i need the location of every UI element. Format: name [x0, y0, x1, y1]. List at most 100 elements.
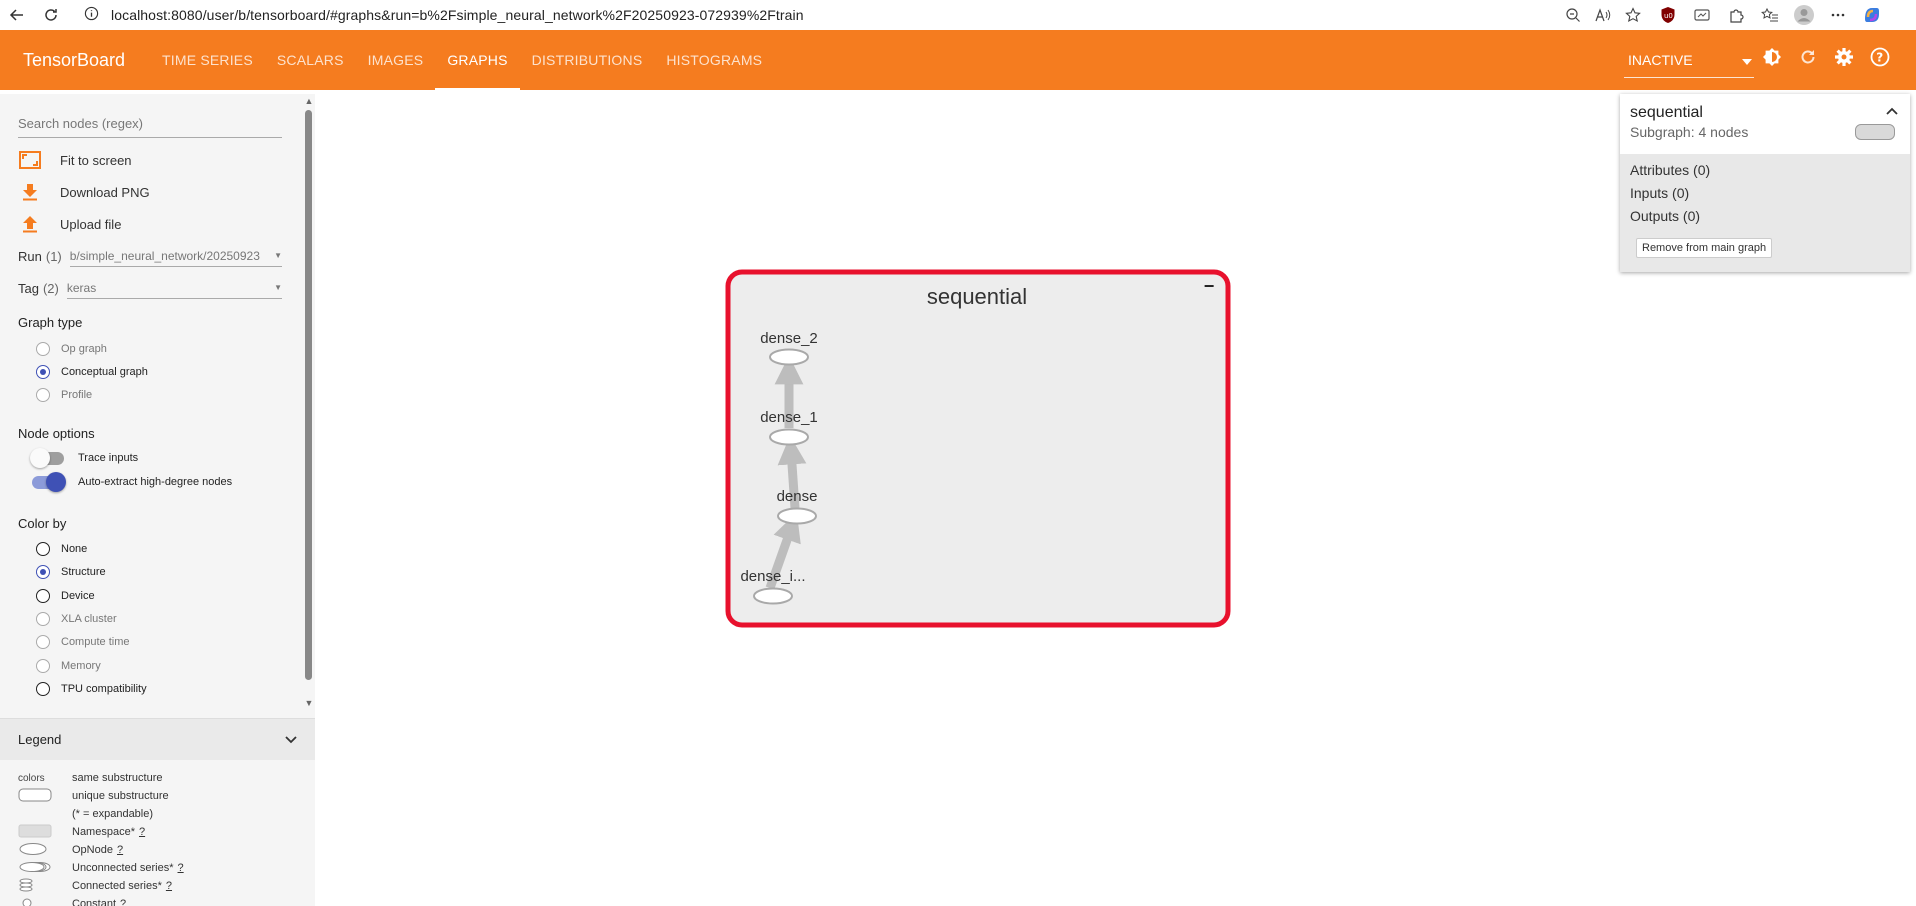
tag-select[interactable]: keras ▼ — [66, 277, 282, 299]
plugin-dropdown[interactable]: INACTIVE — [1624, 42, 1754, 78]
unconnected-series-icon — [18, 860, 52, 877]
tab-images[interactable]: IMAGES — [356, 30, 436, 90]
screenshot-extension-icon[interactable] — [1689, 2, 1715, 28]
remove-from-main-graph-button[interactable]: Remove from main graph — [1636, 238, 1773, 258]
upload-file-button[interactable]: Upload file — [18, 212, 121, 236]
settings-gear-icon[interactable] — [1832, 45, 1856, 69]
legend-header[interactable]: Legend — [0, 718, 315, 760]
radio-color-xla-cluster[interactable]: XLA cluster — [36, 610, 117, 628]
trace-inputs-label: Trace inputs — [78, 452, 139, 464]
extensions-puzzle-icon[interactable] — [1723, 2, 1749, 28]
op-node-ellipse[interactable] — [753, 587, 793, 605]
legend-row-unconnected: Unconnected series*? — [0, 860, 315, 876]
constant-help-link[interactable]: ? — [120, 898, 126, 906]
connected-series-icon — [18, 878, 52, 895]
radio-color-device[interactable]: Device — [36, 587, 95, 605]
radio-color-tpu-compatibility[interactable]: TPU compatibility — [36, 680, 147, 698]
browser-toolbar: localhost:8080/user/b/tensorboard/#graph… — [0, 0, 1916, 30]
dark-mode-toggle-icon[interactable] — [1760, 45, 1784, 69]
auto-extract-toggle[interactable]: Auto-extract high-degree nodes — [32, 472, 232, 492]
attributes-section[interactable]: Attributes (0) — [1630, 162, 1710, 178]
radio-color-memory[interactable]: Memory — [36, 657, 101, 675]
connected-help-link[interactable]: ? — [166, 880, 172, 892]
namespace-swatch-icon — [18, 824, 52, 841]
read-aloud-icon[interactable] — [1590, 2, 1616, 28]
favorites-list-icon[interactable] — [1757, 2, 1783, 28]
download-png-button[interactable]: Download PNG — [18, 180, 150, 204]
chevron-down-icon[interactable] — [285, 732, 297, 747]
radio-color-none[interactable]: None — [36, 540, 87, 558]
tab-histograms[interactable]: HISTOGRAMS — [654, 30, 774, 90]
scroll-thumb[interactable] — [305, 110, 312, 680]
tab-time-series[interactable]: TIME SERIES — [150, 30, 265, 90]
radio-label: TPU compatibility — [61, 683, 147, 695]
trace-inputs-toggle[interactable]: Trace inputs — [30, 448, 139, 468]
plugin-tabs: TIME SERIES SCALARS IMAGES GRAPHS DISTRI… — [150, 30, 774, 90]
radio-circle-icon — [36, 612, 50, 626]
ublock-extension-icon[interactable]: u0 — [1655, 2, 1681, 28]
reload-icon[interactable] — [38, 2, 64, 28]
favorite-star-icon[interactable] — [1620, 2, 1646, 28]
copilot-icon[interactable] — [1859, 2, 1885, 28]
help-icon[interactable]: ? — [1868, 45, 1892, 69]
fit-to-screen-button[interactable]: Fit to screen — [18, 148, 132, 172]
toggle-knob — [30, 448, 50, 468]
scroll-down-icon[interactable]: ▼ — [304, 698, 314, 708]
sidebar-scrollbar[interactable]: ▲ ▼ — [302, 94, 315, 718]
legend-opnode: OpNode — [72, 844, 113, 856]
address-bar[interactable]: localhost:8080/user/b/tensorboard/#graph… — [76, 2, 1646, 27]
tab-graphs[interactable]: GRAPHS — [435, 30, 520, 90]
inputs-section[interactable]: Inputs (0) — [1630, 185, 1689, 201]
unconnected-help-link[interactable]: ? — [178, 862, 184, 874]
radio-conceptual-graph[interactable]: Conceptual graph — [36, 363, 148, 381]
search-nodes-input[interactable]: Search nodes (regex) — [18, 114, 282, 138]
radio-color-compute-time[interactable]: Compute time — [36, 633, 129, 651]
op-node-ellipse[interactable] — [769, 428, 809, 446]
url-text: localhost:8080/user/b/tensorboard/#graph… — [111, 6, 804, 23]
node-info-card: sequential Subgraph: 4 nodes Attributes … — [1620, 94, 1910, 272]
namespace-title: sequential — [927, 284, 1027, 309]
tab-distributions[interactable]: DISTRIBUTIONS — [520, 30, 655, 90]
tab-scalars[interactable]: SCALARS — [265, 30, 356, 90]
radio-label: None — [61, 543, 88, 555]
op-node-ellipse[interactable] — [777, 507, 817, 525]
radio-color-structure[interactable]: Structure — [36, 563, 106, 581]
legend-unique-substructure: unique substructure — [72, 790, 169, 802]
node-color-swatch — [1855, 124, 1895, 140]
refresh-icon[interactable] — [1796, 45, 1820, 69]
legend-constant: Constant — [72, 898, 117, 906]
namespace-collapse-button[interactable]: − — [1204, 276, 1215, 296]
graph-controls-sidebar: Search nodes (regex) Fit to screen Downl… — [0, 94, 315, 906]
run-selector-row: Run (1) b/simple_neural_network/20250923… — [18, 244, 282, 268]
radio-label: Device — [61, 590, 95, 602]
radio-selected-icon — [36, 365, 50, 379]
radio-label: Structure — [61, 566, 106, 578]
color-by-heading: Color by — [18, 516, 67, 531]
radio-circle-icon — [36, 682, 50, 696]
outputs-section[interactable]: Outputs (0) — [1630, 208, 1700, 224]
legend-row-unique: unique substructure — [0, 788, 315, 804]
info-icon[interactable] — [84, 6, 99, 24]
zoom-out-icon[interactable] — [1560, 2, 1586, 28]
namespace-help-link[interactable]: ? — [139, 826, 145, 838]
scroll-up-icon[interactable]: ▲ — [304, 96, 314, 106]
opnode-help-link[interactable]: ? — [117, 844, 123, 856]
radio-profile[interactable]: Profile — [36, 386, 92, 404]
chevron-up-icon[interactable] — [1886, 102, 1898, 118]
radio-op-graph[interactable]: Op graph — [36, 340, 107, 358]
run-select[interactable]: b/simple_neural_network/20250923 ▼ — [69, 245, 282, 267]
brand-title[interactable]: TensorBoard — [23, 50, 125, 71]
back-arrow-icon[interactable] — [4, 2, 30, 28]
legend-connected: Connected series* — [72, 880, 162, 892]
radio-circle-icon — [36, 635, 50, 649]
radio-label: Memory — [61, 660, 101, 672]
profile-avatar-icon[interactable] — [1791, 2, 1817, 28]
run-label: Run — [18, 248, 42, 264]
more-menu-icon[interactable] — [1825, 2, 1851, 28]
graph-type-heading: Graph type — [18, 315, 83, 330]
radio-label: Profile — [61, 389, 93, 401]
radio-selected-icon — [36, 565, 50, 579]
constant-circle-icon — [18, 896, 52, 906]
op-node-ellipse[interactable] — [769, 348, 809, 366]
tag-selector-row: Tag (2) keras ▼ — [18, 276, 282, 300]
